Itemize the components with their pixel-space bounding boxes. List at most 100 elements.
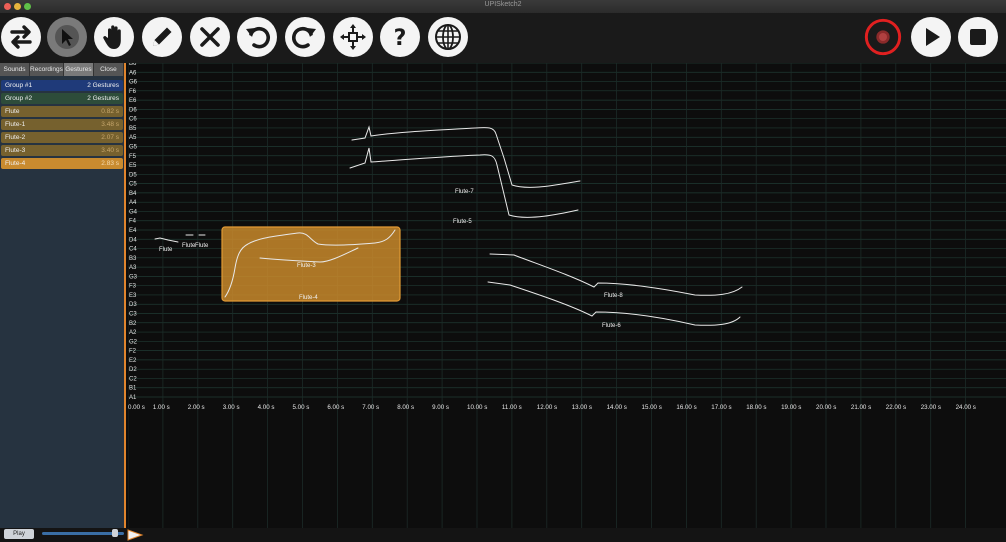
group-count: 2 Gestures <box>87 82 119 89</box>
delete-x-icon <box>200 27 220 47</box>
swap-icon <box>10 25 32 49</box>
time-label: 24.00 s <box>956 404 976 411</box>
gesture-label: Flute-3 <box>297 263 316 269</box>
tab-recordings[interactable]: Recordings <box>30 63 64 76</box>
time-axis: 0.00 s 1.00 s 2.00 s 3.00 s 4.00 s 5.00 s 6.00… <box>128 404 976 411</box>
sound-duration: 0.82 s <box>101 108 119 115</box>
time-label: 17.00 s <box>711 404 731 411</box>
fit-view-icon <box>340 24 366 50</box>
time-label: 7.00 s <box>362 404 379 411</box>
gesture-curve[interactable] <box>487 281 741 326</box>
sound-duration: 2.07 s <box>101 134 119 141</box>
record-icon <box>864 18 902 56</box>
group-row[interactable]: Group #2 2 Gestures <box>1 93 123 104</box>
pitch-label: D3 <box>129 302 137 308</box>
undo-icon <box>246 26 271 49</box>
time-label: 23.00 s <box>921 404 941 411</box>
sound-label: Flute-1 <box>5 121 26 128</box>
help-icon: ? <box>394 26 407 51</box>
sound-row[interactable]: Flute-1 3.48 s <box>1 119 123 130</box>
help-button[interactable]: ? <box>380 17 420 57</box>
pitch-label: E5 <box>129 163 137 169</box>
pitch-label: A2 <box>129 330 137 336</box>
pitch-label: D4 <box>129 237 137 243</box>
time-label: 9.00 s <box>432 404 449 411</box>
swap-button[interactable] <box>1 17 41 57</box>
pitch-label: D2 <box>129 367 137 373</box>
gesture-label: Flute <box>159 247 173 253</box>
tab-sounds[interactable]: Sounds <box>0 63 31 76</box>
time-label: 12.00 s <box>537 404 557 411</box>
gesture-curve[interactable] <box>489 253 743 296</box>
delete-button[interactable] <box>190 17 230 57</box>
gesture-curve[interactable] <box>351 125 581 188</box>
time-label: 2.00 s <box>188 404 205 411</box>
gesture-label: Flute-5 <box>453 219 472 225</box>
group-count: 2 Gestures <box>87 95 119 102</box>
slider-handle[interactable] <box>112 529 118 537</box>
pitch-label: F3 <box>129 284 137 290</box>
time-label: 4.00 s <box>258 404 275 411</box>
select-button[interactable] <box>47 17 87 57</box>
time-label: 11.00 s <box>502 404 522 411</box>
pitch-label: G2 <box>129 339 138 345</box>
sound-row[interactable]: Flute 0.82 s <box>1 106 123 117</box>
pitch-label: G4 <box>129 209 138 215</box>
time-label: 3.00 s <box>223 404 240 411</box>
sketch-canvas[interactable]: A1 B1 C2 D2 E2 F2 G2 A2 B2 C3 D3 E3 F3 G3 A3 B3 C4 D4 E4 F4… <box>128 63 1006 528</box>
time-label: 16.00 s <box>676 404 696 411</box>
sound-duration: 2.83 s <box>101 160 119 167</box>
pencil-button[interactable] <box>142 17 182 57</box>
time-label: 6.00 s <box>327 404 344 411</box>
time-label: 14.00 s <box>607 404 627 411</box>
undo-button[interactable] <box>237 17 277 57</box>
select-cursor-icon <box>55 25 79 49</box>
time-label: 21.00 s <box>851 404 871 411</box>
time-label: 18.00 s <box>746 404 766 411</box>
playhead-marker-icon[interactable] <box>126 529 144 541</box>
gesture-label: Flute-7 <box>455 189 474 195</box>
sound-label: Flute-2 <box>5 134 26 141</box>
gesture-label: Flute <box>182 243 196 249</box>
window-title: UPISketch2 <box>484 1 522 8</box>
hand-button[interactable] <box>94 17 134 57</box>
play-button[interactable] <box>911 17 951 57</box>
hand-icon <box>103 25 121 49</box>
pitch-label: B3 <box>129 256 137 262</box>
fit-view-button[interactable] <box>333 17 373 57</box>
time-label: 19.00 s <box>781 404 801 411</box>
tab-close[interactable]: Close <box>94 63 124 76</box>
stop-button[interactable] <box>958 17 998 57</box>
gesture-curve[interactable] <box>154 237 179 243</box>
pitch-label: B6 <box>129 63 137 67</box>
time-label: 20.00 s <box>816 404 836 411</box>
sound-row[interactable]: Flute-3 3.40 s <box>1 145 123 156</box>
group-label: Group #1 <box>5 82 33 89</box>
pitch-label: D5 <box>129 172 137 178</box>
sound-row-selected[interactable]: Flute-4 2.83 s <box>1 158 123 169</box>
sound-label: Flute-4 <box>5 160 26 167</box>
pitch-label: F5 <box>129 154 137 160</box>
pitch-label: C6 <box>129 117 137 123</box>
time-label: 15.00 s <box>642 404 662 411</box>
redo-button[interactable] <box>285 17 325 57</box>
gesture-curve[interactable] <box>349 147 579 218</box>
gesture-label: Flute-4 <box>299 295 318 301</box>
group-row[interactable]: Group #1 2 Gestures <box>1 80 123 91</box>
pitch-label: A3 <box>129 265 137 271</box>
pitch-label: G6 <box>129 80 138 86</box>
language-button[interactable] <box>428 17 468 57</box>
record-button[interactable] <box>863 17 903 57</box>
gestures-panel: Sounds Recordings Gestures Close Group #… <box>0 63 126 528</box>
gesture-label: Flute-8 <box>604 293 623 299</box>
time-label: 0.00 s <box>128 404 145 411</box>
pitch-label: G3 <box>129 274 138 280</box>
time-label: 22.00 s <box>886 404 906 411</box>
group-label: Group #2 <box>5 95 33 102</box>
pitch-label: B5 <box>129 126 137 132</box>
play-small-button[interactable]: Play <box>4 529 34 539</box>
sound-row[interactable]: Flute-2 2.07 s <box>1 132 123 143</box>
tab-gestures[interactable]: Gestures <box>63 63 94 76</box>
sound-duration: 3.48 s <box>101 121 119 128</box>
toolbar: ? <box>0 13 1006 63</box>
